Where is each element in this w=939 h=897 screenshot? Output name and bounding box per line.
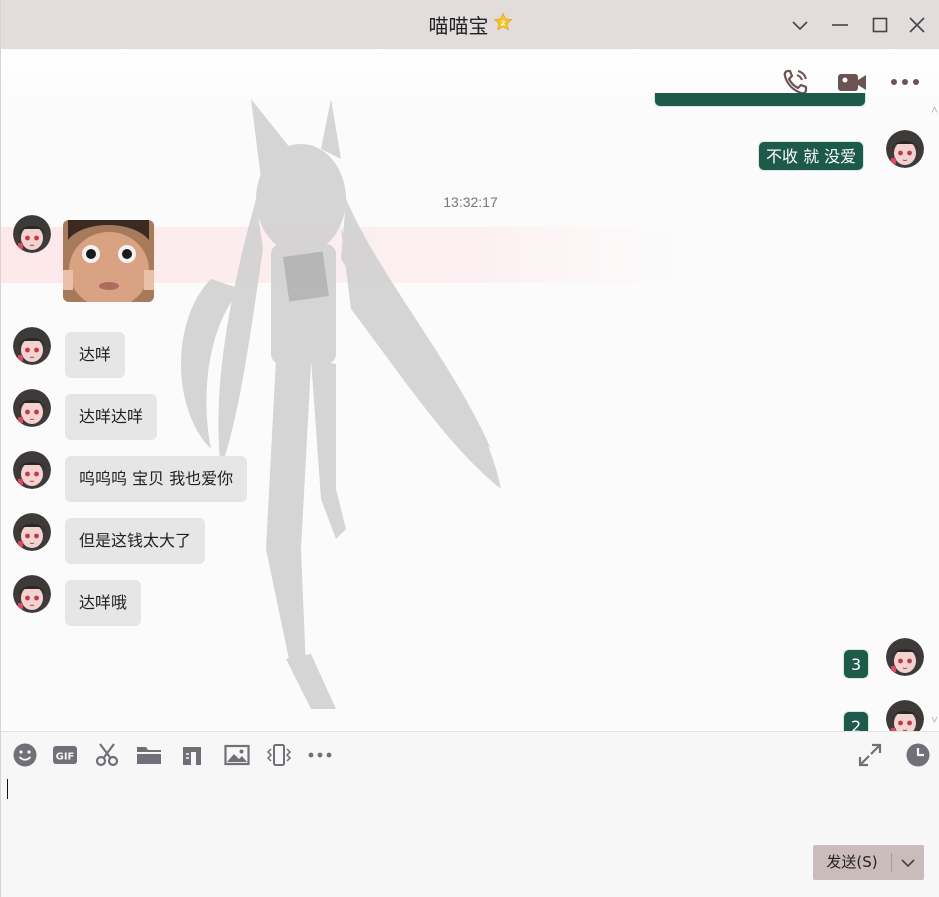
send-options-chevron-icon[interactable] xyxy=(892,845,924,880)
message-timestamp: 13:32:17 xyxy=(443,194,498,210)
composer-toolbar: GIF xyxy=(1,732,939,776)
background-character-illustration xyxy=(181,99,501,709)
chat-window: 喵喵宝 2 ˄ 不收 就 没爱 13:32:17 达咩 达咩达咩 呜呜呜 宝贝 … xyxy=(0,0,939,897)
text-cursor xyxy=(7,779,8,799)
svg-text:GIF: GIF xyxy=(56,752,75,763)
contact-avatar[interactable] xyxy=(13,451,51,489)
outgoing-message-bubble[interactable]: 2 xyxy=(843,711,870,731)
contact-avatar[interactable] xyxy=(13,513,51,551)
contact-avatar[interactable] xyxy=(13,575,51,613)
emoji-icon[interactable] xyxy=(12,742,38,768)
image-message[interactable] xyxy=(63,220,154,302)
outgoing-message-bubble[interactable]: 3 xyxy=(843,649,870,679)
contact-avatar[interactable] xyxy=(13,327,51,365)
maximize-icon[interactable] xyxy=(867,12,893,38)
previous-message-bubble xyxy=(654,93,866,107)
scroll-down-icon[interactable]: ˅ xyxy=(931,713,938,727)
dropdown-chevron-icon[interactable] xyxy=(787,12,813,38)
image-icon[interactable] xyxy=(224,742,250,768)
contact-name-title[interactable]: 喵喵宝 xyxy=(429,14,489,38)
send-button[interactable]: 发送(S) xyxy=(813,845,891,880)
my-avatar[interactable] xyxy=(886,638,924,676)
my-avatar[interactable] xyxy=(886,130,924,168)
outgoing-message-bubble[interactable]: 不收 就 没爱 xyxy=(758,141,865,171)
title-bar: 喵喵宝 2 xyxy=(1,0,939,49)
scissors-icon[interactable] xyxy=(94,742,120,768)
folder-icon[interactable] xyxy=(136,742,162,768)
my-avatar[interactable] xyxy=(886,700,924,731)
contact-avatar[interactable] xyxy=(13,215,51,253)
scroll-up-icon[interactable]: ˄ xyxy=(931,103,938,117)
shake-icon[interactable] xyxy=(266,742,292,768)
contact-avatar[interactable] xyxy=(13,389,51,427)
minimize-icon[interactable] xyxy=(827,12,853,38)
incoming-message-bubble[interactable]: 但是这钱太大了 xyxy=(65,518,206,564)
incoming-message-bubble[interactable]: 达咩达咩 xyxy=(65,394,158,440)
svg-text:2: 2 xyxy=(500,20,505,28)
star-badge-icon[interactable]: 2 xyxy=(493,12,513,37)
incoming-message-bubble[interactable]: 达咩哦 xyxy=(65,580,142,626)
incoming-message-bubble[interactable]: 达咩 xyxy=(65,332,126,378)
message-list[interactable]: ˄ 不收 就 没爱 13:32:17 达咩 达咩达咩 呜呜呜 宝贝 我也爱你 但… xyxy=(1,49,939,731)
history-clock-icon[interactable] xyxy=(905,742,931,768)
incoming-message-bubble[interactable]: 呜呜呜 宝贝 我也爱你 xyxy=(65,456,248,502)
more-dots-icon[interactable] xyxy=(889,67,921,97)
expand-icon[interactable] xyxy=(857,742,883,768)
send-button-group: 发送(S) xyxy=(813,845,924,880)
close-icon[interactable] xyxy=(904,12,930,38)
gif-icon[interactable]: GIF xyxy=(52,742,78,768)
message-input[interactable] xyxy=(1,776,939,897)
more-dots-icon[interactable] xyxy=(307,742,333,768)
music-icon[interactable] xyxy=(179,742,205,768)
